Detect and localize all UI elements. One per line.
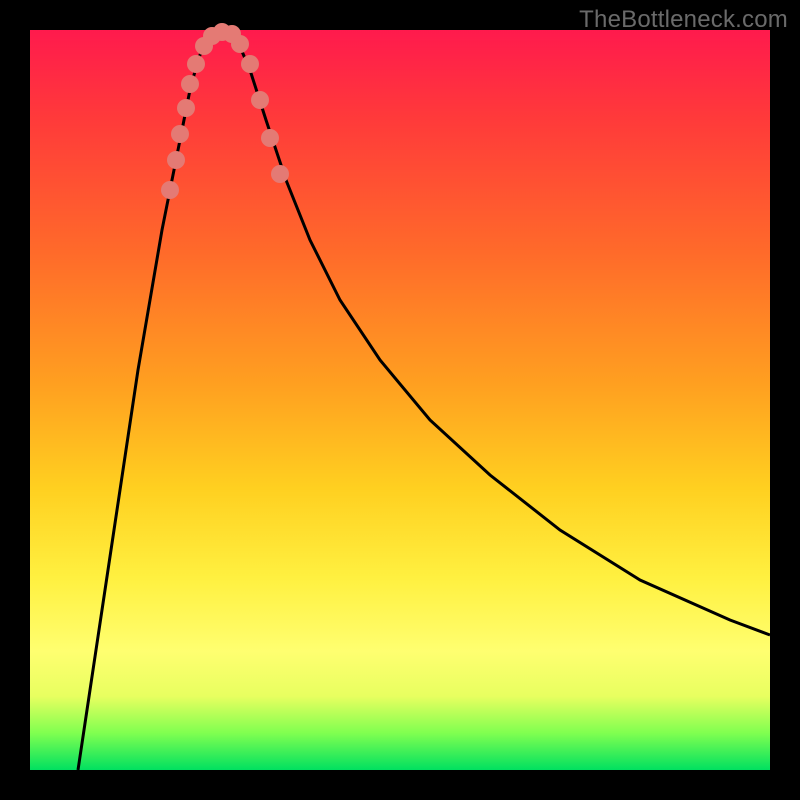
curve-svg (30, 30, 770, 770)
marker-dot (231, 35, 249, 53)
marker-dot (261, 129, 279, 147)
marker-dot (241, 55, 259, 73)
plot-area (30, 30, 770, 770)
marker-dot (161, 181, 179, 199)
watermark-text: TheBottleneck.com (579, 6, 788, 34)
marker-dot (171, 125, 189, 143)
chart-frame: TheBottleneck.com (0, 0, 800, 800)
marker-dot (167, 151, 185, 169)
marker-dot (187, 55, 205, 73)
cluster-dots (161, 23, 289, 199)
marker-dot (271, 165, 289, 183)
marker-dot (177, 99, 195, 117)
marker-dot (181, 75, 199, 93)
marker-dot (251, 91, 269, 109)
